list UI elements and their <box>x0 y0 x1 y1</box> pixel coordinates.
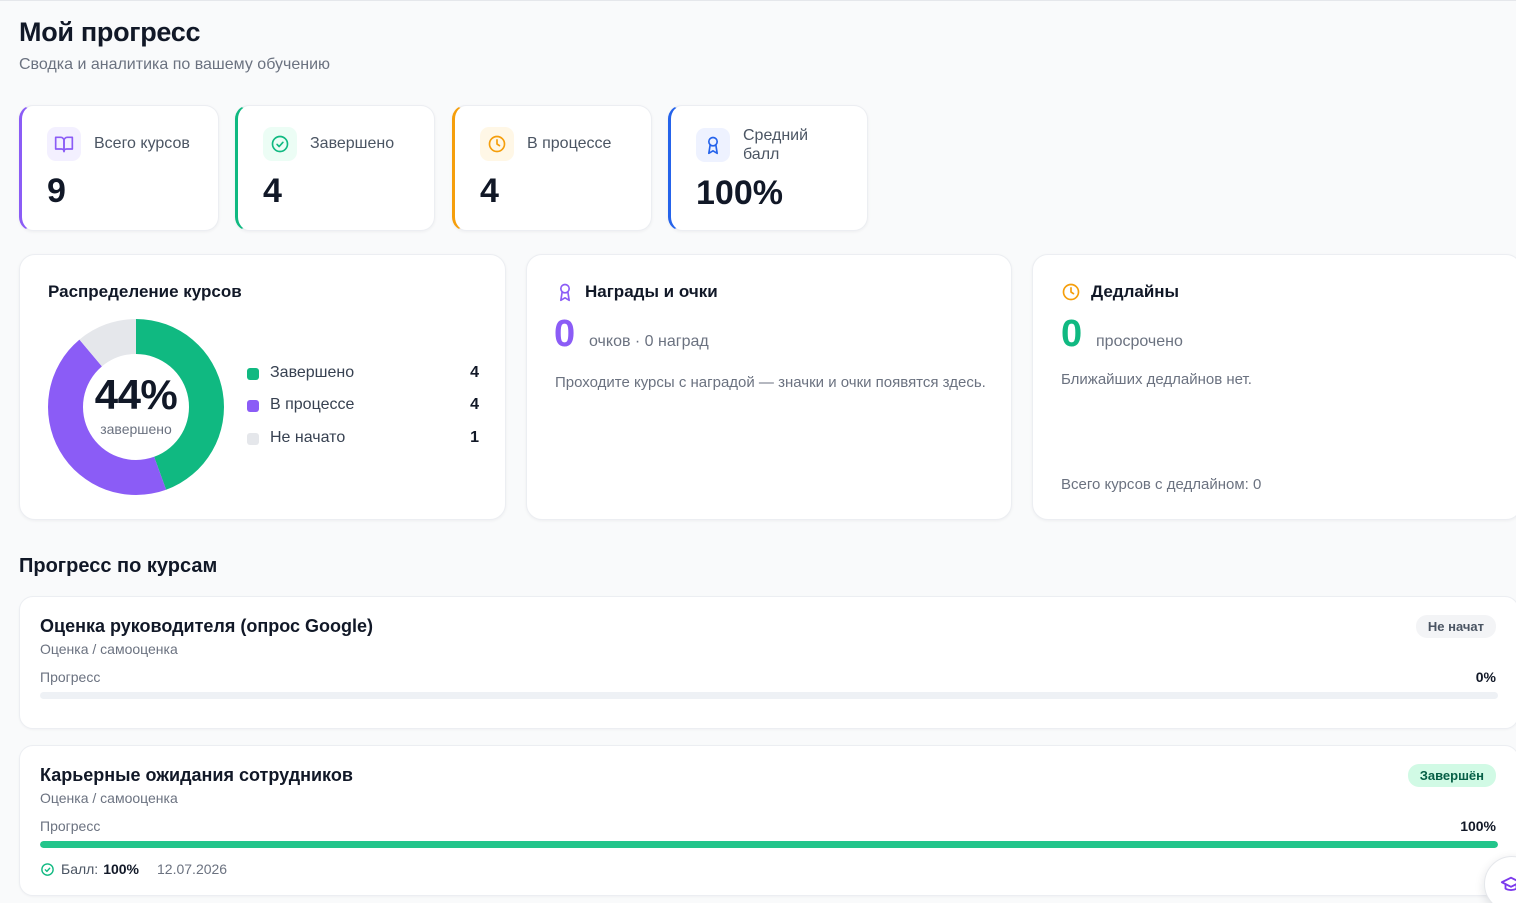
deadlines-panel: Дедлайны 0 просрочено Ближайших дедлайно… <box>1032 254 1516 520</box>
legend-item-completed: Завершено 4 <box>247 363 479 385</box>
panel-title: Распределение курсов <box>48 282 242 301</box>
book-icon <box>47 127 81 161</box>
stat-value: 9 <box>47 172 66 210</box>
score-value: 100% <box>103 861 140 877</box>
page-subtitle: Сводка и аналитика по вашему обучению <box>19 56 331 73</box>
progress-bar <box>40 841 1498 848</box>
stat-card-completed: Завершено 4 <box>235 105 435 231</box>
progress-label: Прогресс <box>40 818 101 834</box>
section-title: Прогресс по курсам <box>19 555 218 577</box>
legend-label: Не начато <box>270 429 346 446</box>
legend-swatch <box>247 368 259 380</box>
legend-count: 4 <box>470 364 479 381</box>
progress-bar <box>40 692 1498 699</box>
course-distribution-panel: Распределение курсов 44% завершено Завер… <box>19 254 506 520</box>
course-meta: Балл: 100% 12.07.2026 <box>40 861 227 877</box>
legend-label: В процессе <box>270 396 355 413</box>
award-icon <box>696 128 730 162</box>
progress-fill <box>40 841 1498 848</box>
legend-label: Завершено <box>270 364 355 381</box>
legend-swatch <box>247 400 259 412</box>
legend-item-in-progress: В процессе 4 <box>247 395 479 417</box>
course-card[interactable]: Карьерные ожидания сотрудников Завершён … <box>19 745 1516 896</box>
stat-card-total: Всего курсов 9 <box>19 105 219 231</box>
course-title[interactable]: Карьерные ожидания сотрудников <box>40 765 353 786</box>
stat-label: Средний балл <box>743 127 809 163</box>
page-title: Мой прогресс <box>19 17 201 47</box>
points-value: 0 <box>554 313 576 355</box>
graduation-cap-icon <box>1500 874 1516 901</box>
legend-swatch <box>247 433 259 445</box>
stat-value: 100% <box>696 174 783 212</box>
overdue-value: 0 <box>1061 313 1083 355</box>
donut-percent-label: завершено <box>100 421 172 437</box>
panel-title: Дедлайны <box>1091 282 1180 301</box>
check-circle-icon <box>263 127 297 161</box>
progress-label: Прогресс <box>40 669 101 685</box>
check-circle-icon <box>40 862 55 877</box>
award-icon <box>555 282 575 302</box>
status-badge: Завершён <box>1407 764 1496 787</box>
deadlines-empty-text: Ближайших дедлайнов нет. <box>1061 371 1252 388</box>
stat-value: 4 <box>263 172 282 210</box>
stat-card-average-score: Средний балл 100% <box>668 105 868 231</box>
overdue-sub: просрочено <box>1096 333 1183 350</box>
stat-label: Всего курсов <box>94 135 190 152</box>
course-category: Оценка / самооценка <box>40 641 178 657</box>
course-title[interactable]: Оценка руководителя (опрос Google) <box>40 616 373 637</box>
rewards-panel: Награды и очки 0 очков · 0 наград Проход… <box>526 254 1012 520</box>
top-divider <box>0 0 1516 1</box>
course-card[interactable]: Оценка руководителя (опрос Google) Не на… <box>19 596 1516 729</box>
legend-count: 1 <box>470 429 479 446</box>
progress-percent: 0% <box>1475 669 1496 685</box>
rewards-hint: Проходите курсы с наградой — значки и оч… <box>555 374 986 391</box>
stat-value: 4 <box>480 172 499 210</box>
course-category: Оценка / самооценка <box>40 790 178 806</box>
panel-title: Награды и очки <box>585 282 718 301</box>
stat-label: Завершено <box>310 135 395 152</box>
progress-percent: 100% <box>1460 818 1496 834</box>
legend-item-not-started: Не начато 1 <box>247 428 479 450</box>
course-date: 12.07.2026 <box>157 861 228 877</box>
deadlines-footer: Всего курсов с дедлайном: 0 <box>1061 476 1262 493</box>
legend-count: 4 <box>470 396 479 413</box>
stat-label: В процессе <box>527 135 612 152</box>
donut-percent: 44% <box>94 371 178 418</box>
points-sub: очков · 0 наград <box>589 333 709 350</box>
clock-icon <box>1061 282 1081 302</box>
clock-icon <box>480 127 514 161</box>
stat-card-in-progress: В процессе 4 <box>452 105 652 231</box>
score-label: Балл: <box>61 861 99 877</box>
status-badge: Не начат <box>1415 615 1496 638</box>
